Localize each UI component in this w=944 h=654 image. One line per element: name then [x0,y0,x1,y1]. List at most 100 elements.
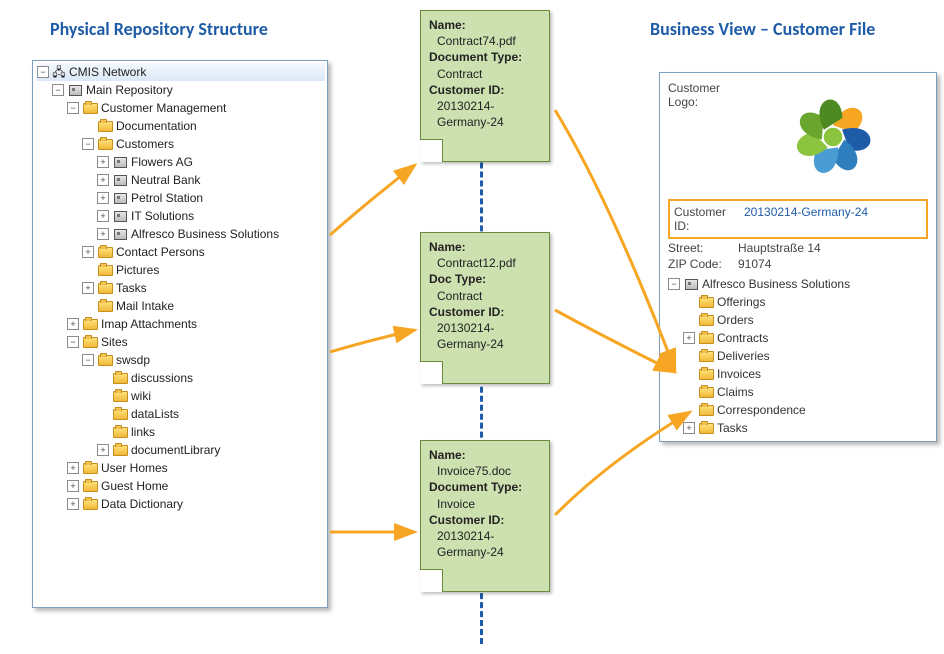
value: Contract [429,66,541,82]
tree-item-swsdp[interactable]: −swsdp [37,351,325,369]
folder-icon [82,101,98,115]
expand-icon[interactable]: + [82,246,94,258]
collapse-icon[interactable]: − [67,336,79,348]
tree-item-customer[interactable]: + Flowers AG [37,153,325,171]
value: 20130214- [429,528,541,544]
tree-label: Mail Intake [116,299,174,313]
tree-root[interactable]: −🖧CMIS Network [37,63,325,81]
tree-label: User Homes [101,461,168,475]
folder-icon [698,331,714,345]
value: 20130214- [429,98,541,114]
folder-icon [97,263,113,277]
tree-item-data-dictionary[interactable]: +Data Dictionary [37,495,325,513]
expand-icon[interactable]: + [97,444,109,456]
bv-folder-correspondence[interactable]: Correspondence [668,401,928,419]
document-card-contract74: Name: Contract74.pdf Document Type: Cont… [420,10,550,162]
folder-icon [698,349,714,363]
repository-tree: −🖧CMIS Network −Main Repository −Custome… [33,61,327,515]
tree-item-guest-home[interactable]: +Guest Home [37,477,325,495]
network-icon: 🖧 [52,66,66,78]
tree-item-main-repo[interactable]: −Main Repository [37,81,325,99]
repo-icon [683,277,699,291]
tree-label: links [131,425,155,439]
label: Customer ID: [429,512,541,528]
tree-item-user-homes[interactable]: + User Homes [37,459,325,477]
collapse-icon[interactable]: − [82,354,94,366]
field-value: 20130214-Germany-24 [744,205,922,233]
expand-icon[interactable]: + [97,210,109,222]
bv-root[interactable]: −Alfresco Business Solutions [668,275,928,293]
expand-icon[interactable]: + [97,174,109,186]
tree-item-customers[interactable]: − Customers [37,135,325,153]
label: Doc Type: [429,271,541,287]
tree-label: Petrol Station [131,191,203,205]
customer-logo [775,79,891,195]
tree-item[interactable]: dataLists [37,405,325,423]
value: 20130214- [429,320,541,336]
flower-logo-icon [775,79,891,195]
tree-label: Customers [116,137,174,151]
tree-item-documentation[interactable]: Documentation [37,117,325,135]
expand-icon[interactable]: + [67,498,79,510]
tree-label: IT Solutions [131,209,194,223]
tree-item[interactable]: discussions [37,369,325,387]
expand-icon[interactable]: + [67,480,79,492]
tree-item-mail[interactable]: Mail Intake [37,297,325,315]
tree-item-customer[interactable]: +Neutral Bank [37,171,325,189]
expand-icon[interactable]: + [67,318,79,330]
value: Invoice75.doc [429,463,541,479]
folder-icon [82,335,98,349]
page-fold-icon [421,361,443,383]
expand-icon[interactable]: + [97,192,109,204]
bv-folder-contracts[interactable]: + Contracts [668,329,928,347]
tree-label: Contracts [717,331,768,345]
tree-label: Offerings [717,295,765,309]
repository-tree-panel: −🖧CMIS Network −Main Repository −Custome… [32,60,328,608]
collapse-icon[interactable]: − [67,102,79,114]
customer-id-highlight: Customer ID:20130214-Germany-24 [668,199,928,239]
collapse-icon[interactable]: − [668,278,680,290]
folder-icon [698,313,714,327]
tree-label: Tasks [116,281,147,295]
expand-icon[interactable]: + [97,228,109,240]
tree-item-customer[interactable]: + IT Solutions [37,207,325,225]
label: Customer ID: [429,82,541,98]
repo-icon [67,83,83,97]
bv-folder-deliveries[interactable]: Deliveries [668,347,928,365]
tree-item-imap[interactable]: +Imap Attachments [37,315,325,333]
tree-label: Sites [101,335,128,349]
tree-item-customer[interactable]: +Alfresco Business Solutions [37,225,325,243]
collapse-icon[interactable]: − [52,84,64,96]
bv-folder-tasks[interactable]: +Tasks [668,419,928,437]
label: Document Type: [429,49,541,65]
tree-item-customer-management[interactable]: −Customer Management [37,99,325,117]
tree-item[interactable]: links [37,423,325,441]
tree-item[interactable]: + documentLibrary [37,441,325,459]
tree-label: Flowers AG [131,155,193,169]
tree-item-customer[interactable]: + Petrol Station [37,189,325,207]
collapse-icon[interactable]: − [82,138,94,150]
folder-icon [698,295,714,309]
tree-item[interactable]: wiki [37,387,325,405]
bv-folder-offerings[interactable]: Offerings [668,293,928,311]
tree-label: documentLibrary [131,443,220,457]
collapse-icon[interactable]: − [37,66,49,78]
repo-icon [112,173,128,187]
value: Germany-24 [429,544,541,560]
tree-item-contact[interactable]: +Contact Persons [37,243,325,261]
tree-item-pictures[interactable]: Pictures [37,261,325,279]
bv-folder-invoices[interactable]: Invoices [668,365,928,383]
expand-icon[interactable]: + [97,156,109,168]
folder-icon [97,245,113,259]
tree-label: dataLists [131,407,179,421]
bv-folder-orders[interactable]: Orders [668,311,928,329]
bv-folder-claims[interactable]: Claims [668,383,928,401]
expand-icon[interactable]: + [683,332,695,344]
expand-icon[interactable]: + [683,422,695,434]
folder-icon [112,389,128,403]
expand-icon[interactable]: + [82,282,94,294]
tree-item-sites[interactable]: − Sites [37,333,325,351]
tree-item-tasks[interactable]: + Tasks [37,279,325,297]
document-card-contract12: Name: Contract12.pdf Doc Type: Contract … [420,232,550,384]
expand-icon[interactable]: + [67,462,79,474]
